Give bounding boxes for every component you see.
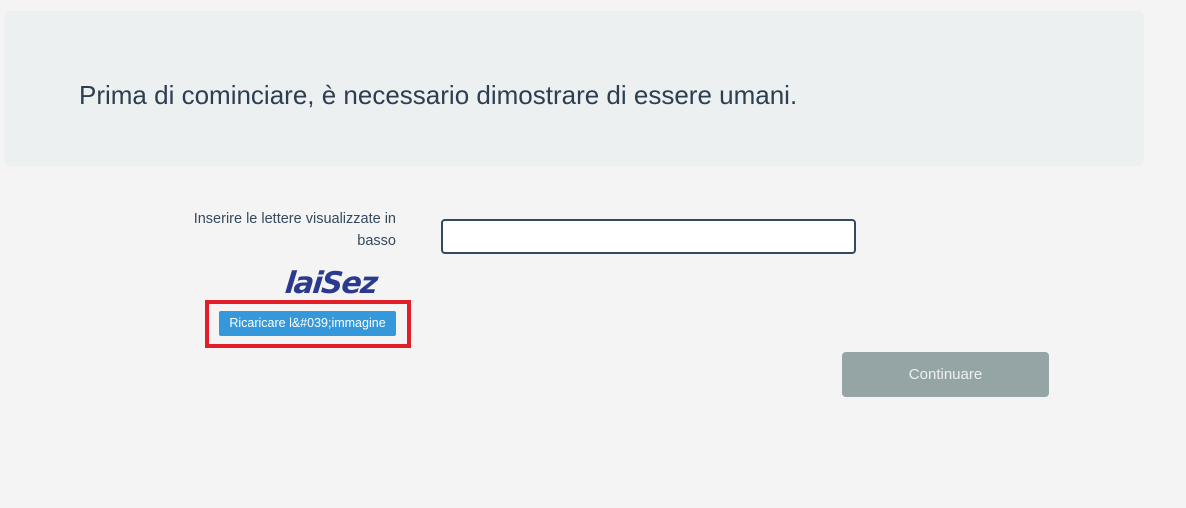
intro-banner: Prima di cominciare, è necessario dimost… — [4, 11, 1144, 166]
continue-button[interactable]: Continuare — [842, 352, 1049, 397]
captcha-field-label: Inserire le lettere visualizzate in bass… — [193, 211, 396, 249]
reload-image-button[interactable]: Ricaricare l&#039;immagine — [219, 311, 396, 336]
page-title: Prima di cominciare, è necessario dimost… — [79, 80, 798, 110]
captcha-image: laiSez — [285, 266, 380, 299]
captcha-text-input[interactable] — [441, 219, 856, 254]
captcha-text: laiSez — [285, 266, 380, 299]
